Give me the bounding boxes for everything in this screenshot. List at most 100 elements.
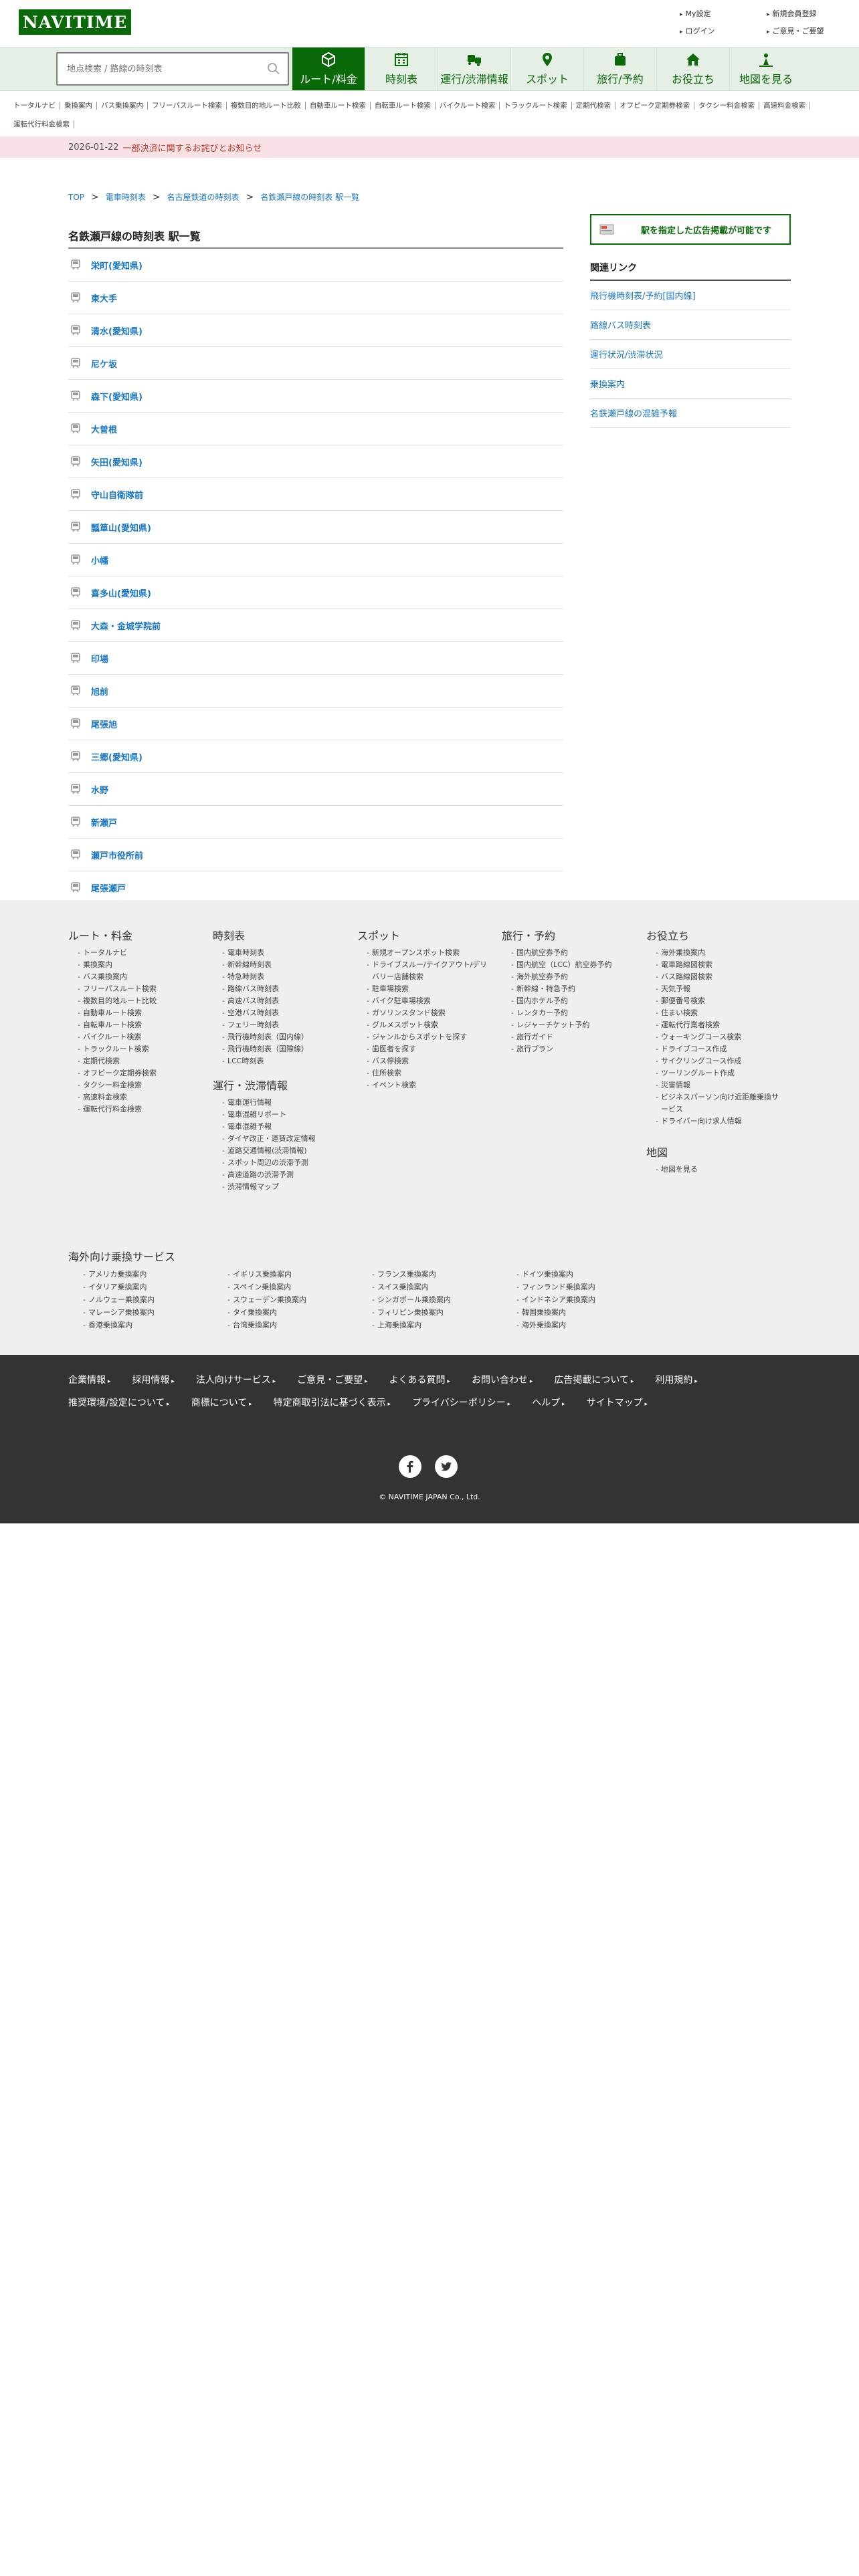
footer-link[interactable]: 商標について: [191, 1392, 252, 1415]
sublink[interactable]: オフピーク定期券検索: [619, 102, 695, 110]
sitemap-link[interactable]: LCC時刻表: [213, 1055, 347, 1067]
navitime-logo[interactable]: NAVITIME: [19, 9, 131, 35]
sitemap-link[interactable]: タクシー料金検索: [68, 1079, 202, 1091]
sitemap-link[interactable]: ビジネスパーソン向け近距離乗換サービス: [646, 1091, 780, 1115]
sublink[interactable]: トラックルート検索: [504, 102, 572, 110]
sitemap-link[interactable]: 自動車ルート検索: [68, 1007, 202, 1019]
footer-link[interactable]: プライバシーポリシー: [412, 1392, 510, 1415]
overseas-link[interactable]: インドネシア乗換案内: [502, 1293, 646, 1306]
sitemap-link[interactable]: 新規オープンスポット検索: [357, 947, 491, 959]
footer-link[interactable]: ヘルプ: [532, 1392, 565, 1415]
register-link[interactable]: 新規会員登録: [767, 8, 854, 19]
sitemap-link[interactable]: 高速料金検索: [68, 1091, 202, 1103]
station-row[interactable]: 栄町(愛知県): [68, 249, 563, 282]
sitemap-link[interactable]: ガソリンスタンド検索: [357, 1007, 491, 1019]
station-name[interactable]: 三郷(愛知県): [91, 750, 142, 763]
station-name[interactable]: 水野: [91, 783, 108, 796]
station-row[interactable]: 小幡: [68, 544, 563, 576]
ad-button[interactable]: 駅を指定した広告掲載が可能です: [590, 214, 791, 245]
sitemap-link[interactable]: 空港バス時刻表: [213, 1007, 347, 1019]
sublink[interactable]: タクシー料金検索: [698, 102, 760, 110]
station-row[interactable]: 尾張瀬戸: [68, 871, 563, 904]
tab-timetable[interactable]: 時刻表: [365, 47, 438, 90]
footer-link[interactable]: 利用規約: [655, 1370, 697, 1392]
overseas-link[interactable]: 上海乗換案内: [357, 1319, 502, 1331]
sitemap-link[interactable]: ウォーキングコース検索: [646, 1031, 780, 1043]
twitter-icon[interactable]: [435, 1455, 458, 1478]
station-name[interactable]: 喜多山(愛知県): [91, 586, 151, 599]
sitemap-link[interactable]: トータルナビ: [68, 947, 202, 959]
tab-useful[interactable]: お役立ち: [656, 47, 729, 90]
sitemap-link[interactable]: 駐車場検索: [357, 983, 491, 995]
sitemap-link[interactable]: 国内航空（LCC）航空券予約: [502, 959, 636, 971]
my-settings-link[interactable]: My設定: [680, 8, 767, 19]
sitemap-link[interactable]: 郵便番号検索: [646, 995, 780, 1007]
station-row[interactable]: 東大手: [68, 282, 563, 314]
sitemap-link[interactable]: ドライブスルー/テイクアウト/デリバリー店舗検索: [357, 959, 491, 983]
sitemap-link[interactable]: 旅行プラン: [502, 1043, 636, 1055]
sitemap-link[interactable]: 地図を見る: [646, 1164, 780, 1176]
overseas-link[interactable]: ノルウェー乗換案内: [68, 1293, 213, 1306]
footer-link[interactable]: サイトマップ: [587, 1392, 648, 1415]
sitemap-link[interactable]: 電車混雑予報: [213, 1121, 347, 1133]
sitemap-link[interactable]: 海外乗換案内: [646, 947, 780, 959]
station-name[interactable]: 清水(愛知県): [91, 324, 142, 337]
overseas-link[interactable]: スイス乗換案内: [357, 1281, 502, 1293]
station-name[interactable]: 東大手: [91, 292, 117, 304]
overseas-link[interactable]: スペイン乗換案内: [213, 1281, 357, 1293]
sitemap-link[interactable]: 自転車ルート検索: [68, 1019, 202, 1031]
station-row[interactable]: 大曽根: [68, 413, 563, 445]
sublink[interactable]: 運転代行料金検索: [13, 120, 74, 128]
breadcrumb-meitetsu[interactable]: 名古屋鉄道の時刻表: [167, 191, 240, 203]
sitemap-link[interactable]: バイクルート検索: [68, 1031, 202, 1043]
footer-link[interactable]: 採用情報: [132, 1370, 174, 1392]
breadcrumb-top[interactable]: TOP: [68, 193, 84, 202]
station-row[interactable]: 清水(愛知県): [68, 314, 563, 347]
station-row[interactable]: 水野: [68, 773, 563, 806]
station-row[interactable]: 喜多山(愛知県): [68, 576, 563, 609]
overseas-link[interactable]: イタリア乗換案内: [68, 1281, 213, 1293]
sublink[interactable]: 定期代検索: [576, 102, 616, 110]
sitemap-link[interactable]: 電車路線図検索: [646, 959, 780, 971]
station-name[interactable]: 瀬戸市役所前: [91, 849, 143, 861]
station-row[interactable]: 瓢箪山(愛知県): [68, 511, 563, 544]
sitemap-link[interactable]: ドライバー向け求人情報: [646, 1115, 780, 1128]
sitemap-link[interactable]: 天気予報: [646, 983, 780, 995]
station-name[interactable]: 旭前: [91, 685, 108, 697]
sitemap-link[interactable]: 電車時刻表: [213, 947, 347, 959]
station-row[interactable]: 瀬戸市役所前: [68, 839, 563, 871]
station-name[interactable]: 大森・金城学院前: [91, 619, 161, 632]
station-row[interactable]: 尼ケ坂: [68, 347, 563, 380]
sitemap-link[interactable]: 高速道路の渋滞予測: [213, 1169, 347, 1181]
tab-spot[interactable]: スポット: [510, 47, 583, 90]
search-input[interactable]: [67, 53, 261, 84]
sitemap-link[interactable]: グルメスポット検索: [357, 1019, 491, 1031]
station-name[interactable]: 守山自衛隊前: [91, 488, 143, 501]
sitemap-link[interactable]: バス停検索: [357, 1055, 491, 1067]
station-name[interactable]: 新瀬戸: [91, 816, 117, 829]
sitemap-link[interactable]: ジャンルからスポットを探す: [357, 1031, 491, 1043]
sitemap-link[interactable]: バス乗換案内: [68, 971, 202, 983]
sitemap-link[interactable]: 運転代行業者検索: [646, 1019, 780, 1031]
sitemap-link[interactable]: 歯医者を探す: [357, 1043, 491, 1055]
footer-link[interactable]: 企業情報: [68, 1370, 110, 1392]
overseas-link[interactable]: ドイツ乗換案内: [502, 1268, 646, 1281]
sitemap-link[interactable]: レンタカー予約: [502, 1007, 636, 1019]
related-link[interactable]: 名鉄瀬戸線の混雑予報: [590, 399, 791, 428]
overseas-link[interactable]: 台湾乗換案内: [213, 1319, 357, 1331]
footer-link[interactable]: ご意見・ご要望: [297, 1370, 367, 1392]
sitemap-link[interactable]: ドライブコース作成: [646, 1043, 780, 1055]
overseas-link[interactable]: 香港乗換案内: [68, 1319, 213, 1331]
footer-link[interactable]: 推奨環境/設定について: [68, 1392, 170, 1415]
sitemap-link[interactable]: 特急時刻表: [213, 971, 347, 983]
sitemap-link[interactable]: 電車運行情報: [213, 1097, 347, 1109]
sublink[interactable]: トータルナビ: [13, 102, 60, 110]
station-name[interactable]: 尼ケ坂: [91, 357, 117, 370]
sitemap-link[interactable]: ダイヤ改正・運賃改定情報: [213, 1133, 347, 1145]
sitemap-link[interactable]: 国内ホテル予約: [502, 995, 636, 1007]
sitemap-link[interactable]: 住所検索: [357, 1067, 491, 1079]
overseas-link[interactable]: タイ乗換案内: [213, 1306, 357, 1319]
sublink[interactable]: フリーパスルート検索: [152, 102, 227, 110]
overseas-link[interactable]: イギリス乗換案内: [213, 1268, 357, 1281]
related-link[interactable]: 乗換案内: [590, 369, 791, 399]
